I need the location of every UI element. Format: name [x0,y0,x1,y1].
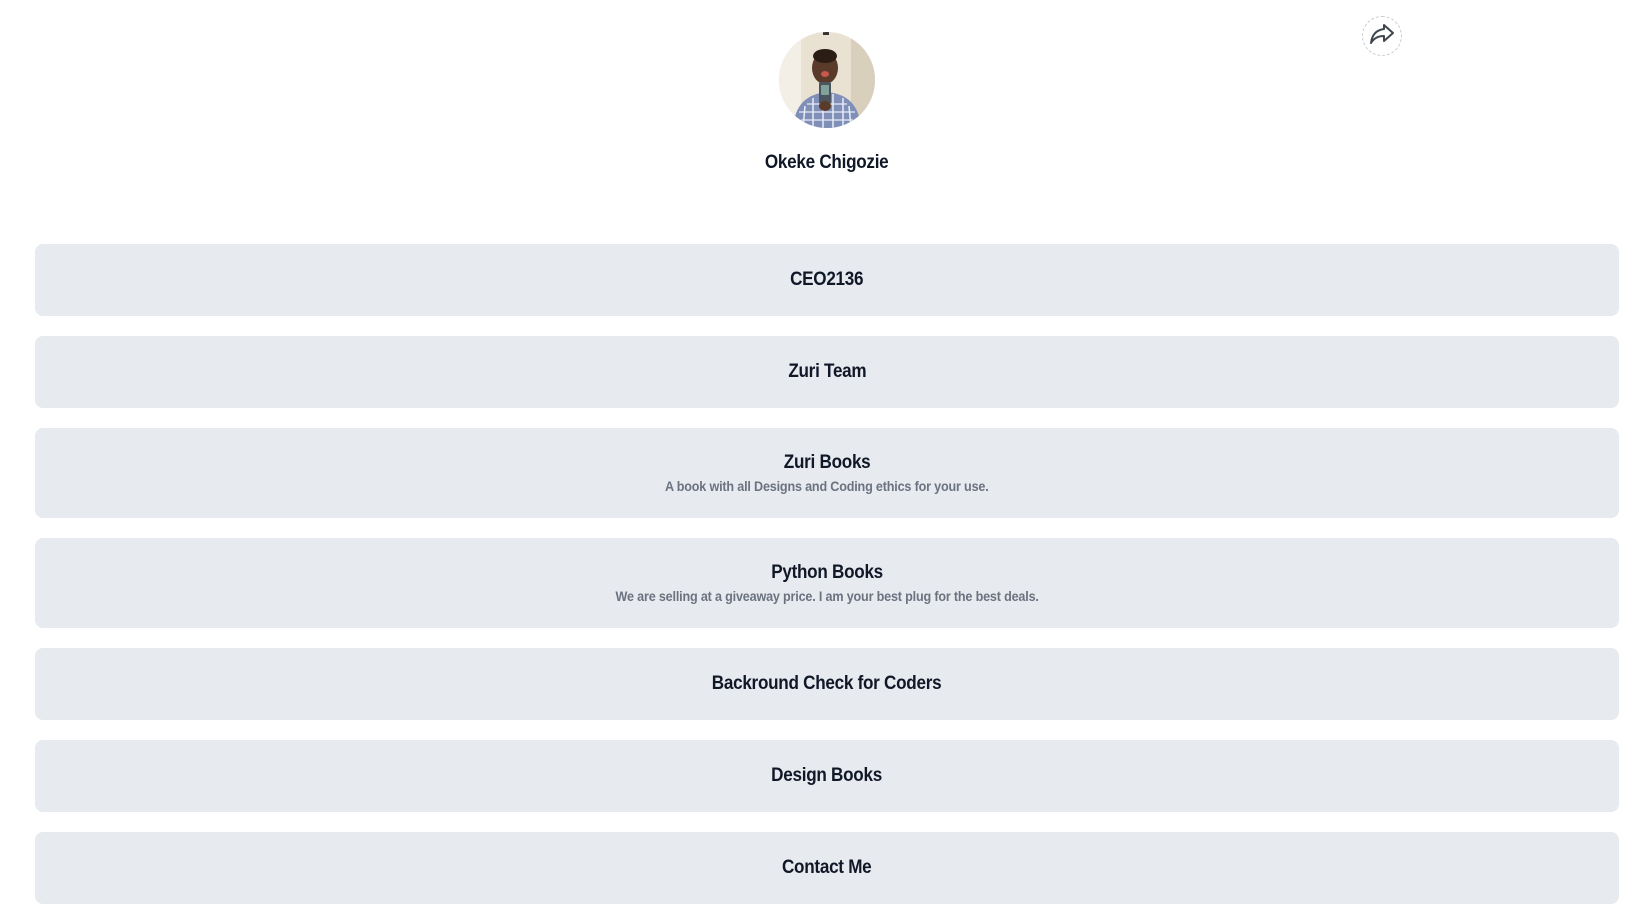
link-python-books[interactable]: Python Books We are selling at a giveawa… [35,538,1619,628]
link-title: Zuri Books [783,452,871,473]
profile-header: Okeke Chigozie [0,32,1636,174]
link-design-books[interactable]: Design Books [35,740,1619,812]
avatar [779,32,875,128]
link-zuri-books[interactable]: Zuri Books A book with all Designs and C… [35,428,1619,518]
link-title: Zuri Team [787,361,867,382]
link-title: Python Books [771,562,883,583]
link-contact-me[interactable]: Contact Me [35,832,1619,904]
link-title: Contact Me [782,857,872,878]
link-subtitle: We are selling at a giveaway price. I am… [615,588,1039,604]
link-list: CEO2136 Zuri Team Zuri Books A book with… [35,244,1619,904]
link-background-check[interactable]: Backround Check for Coders [35,648,1619,720]
link-title: CEO2136 [790,269,864,290]
profile-name: Okeke Chigozie [765,152,889,173]
link-title: Design Books [771,765,883,786]
link-ceo2136[interactable]: CEO2136 [35,244,1619,316]
link-title: Backround Check for Coders [712,673,942,694]
link-subtitle: A book with all Designs and Coding ethic… [665,478,989,494]
link-zuri-team[interactable]: Zuri Team [35,336,1619,408]
